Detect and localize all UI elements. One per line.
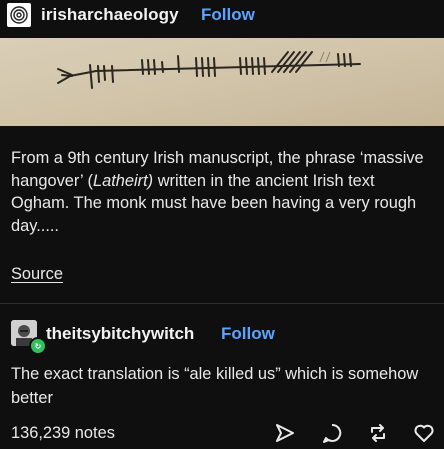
- share-icon[interactable]: [274, 422, 296, 444]
- reblogger-username[interactable]: theitsybitchywitch: [46, 324, 194, 344]
- divider: [0, 303, 444, 304]
- post-body: From a 9th century Irish manuscript, the…: [11, 147, 436, 237]
- reblog-badge-icon: ↻: [29, 337, 47, 355]
- source-link[interactable]: Source: [11, 265, 63, 284]
- author-avatar[interactable]: [7, 3, 31, 27]
- ogham-manuscript-illustration: [0, 38, 444, 126]
- like-icon[interactable]: [413, 422, 435, 444]
- reblog-body: The exact translation is “ale killed us”…: [11, 365, 419, 407]
- post-header: irisharchaeology Follow: [0, 0, 444, 30]
- reblogger-follow-button[interactable]: Follow: [221, 324, 275, 344]
- reblog-icon[interactable]: [367, 422, 389, 444]
- spiral-logo-icon: [10, 6, 28, 24]
- notes-count[interactable]: 136,239 notes: [11, 424, 115, 443]
- post-text-italic: Latheirt): [93, 171, 154, 190]
- author-username[interactable]: irisharchaeology: [41, 5, 179, 25]
- reply-icon[interactable]: [321, 422, 343, 444]
- follow-button[interactable]: Follow: [201, 5, 255, 25]
- manuscript-image: [0, 38, 444, 126]
